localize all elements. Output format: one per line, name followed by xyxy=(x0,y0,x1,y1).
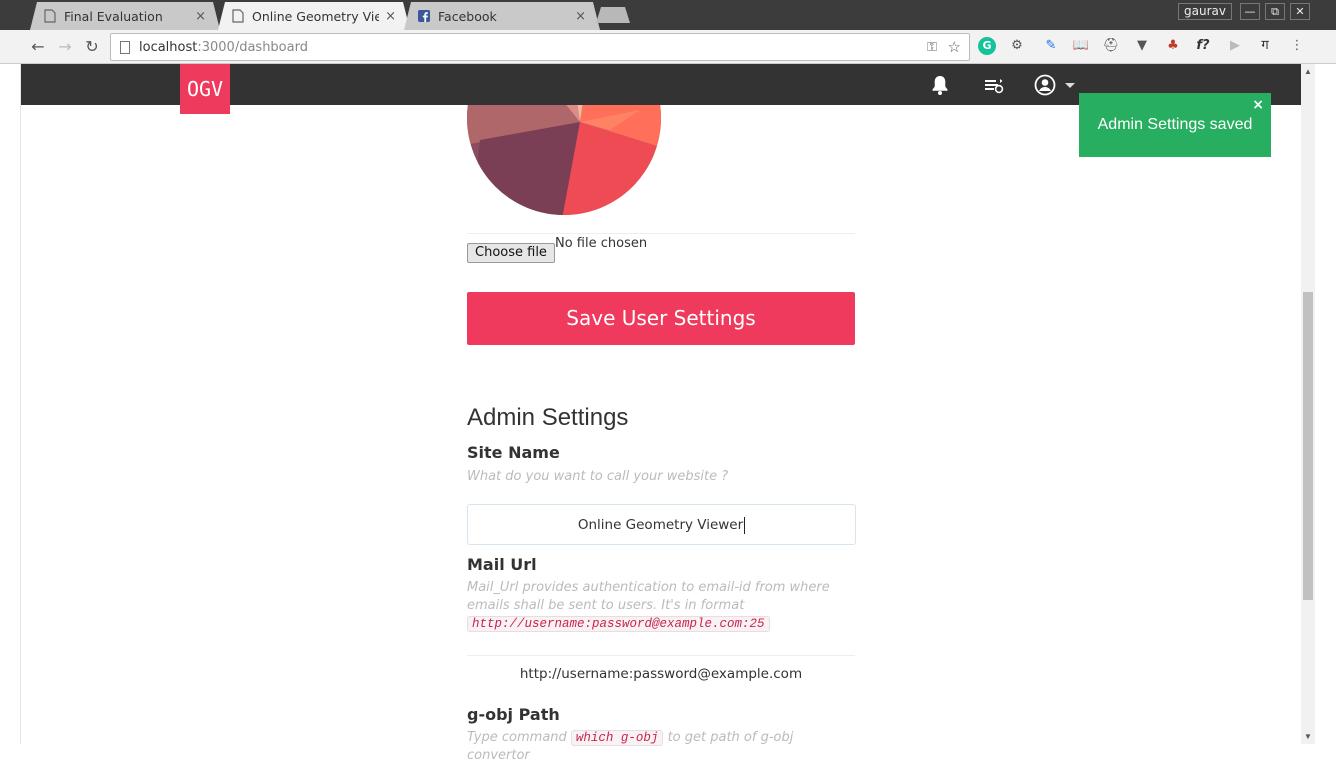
page-info-icon[interactable] xyxy=(120,41,130,54)
key-icon[interactable]: ⚿ xyxy=(927,39,937,55)
file-status-text: No file chosen xyxy=(555,236,648,251)
url-text[interactable]: localhost:3000/dashboard xyxy=(139,40,308,55)
account-icon[interactable] xyxy=(1034,74,1056,96)
right-gutter xyxy=(1315,64,1336,744)
tab-facebook[interactable]: Facebook × xyxy=(404,2,600,30)
address-bar[interactable]: localhost:3000/dashboard ⚿ ☆ xyxy=(110,33,970,61)
bell-icon[interactable] xyxy=(930,74,950,96)
tab-online-geometry-viewer[interactable]: Online Geometry Viewer × xyxy=(218,2,410,30)
tab-title: Final Evaluation xyxy=(64,8,163,24)
tab-title: Online Geometry Viewer xyxy=(252,8,380,24)
url-host: localhost xyxy=(139,40,198,55)
avatar-image xyxy=(467,105,661,215)
scrollbar-thumb[interactable] xyxy=(1303,292,1313,600)
mail-url-label: Mail Url xyxy=(467,555,537,574)
font-finder-icon[interactable]: f? xyxy=(1194,37,1212,55)
grammarly-icon[interactable]: G xyxy=(978,37,996,55)
activity-icon[interactable] xyxy=(982,75,1004,95)
play-icon[interactable]: ▶ xyxy=(1226,37,1244,55)
couch-icon[interactable]: ♣ xyxy=(1164,37,1182,55)
browser-tabstrip: Final Evaluation × Online Geometry Viewe… xyxy=(0,0,1336,30)
divider xyxy=(467,655,855,656)
page-scrollbar[interactable]: ▲ ▼ xyxy=(1301,64,1315,744)
restore-button[interactable]: ⧉ xyxy=(1265,3,1285,20)
mail-url-format-code: http://username:password@example.com:25 xyxy=(467,616,770,632)
pocket-icon[interactable]: ▼ xyxy=(1133,37,1151,55)
url-path: :3000/dashboard xyxy=(197,40,308,55)
toast-message: Admin Settings saved xyxy=(1097,116,1253,133)
mail-url-help-text: Mail_Url provides authentication to emai… xyxy=(467,580,830,613)
mail-url-input[interactable]: http://username:password@example.com xyxy=(467,666,855,682)
forward-icon[interactable]: → xyxy=(55,37,75,57)
tab-close-icon[interactable]: × xyxy=(385,9,396,24)
gobj-path-help: Type command which g-obj to get path of … xyxy=(467,729,855,765)
page-icon xyxy=(44,9,56,23)
tab-final-evaluation[interactable]: Final Evaluation × xyxy=(30,2,220,30)
tab-close-icon[interactable]: × xyxy=(575,9,586,24)
hindi-input-icon[interactable]: ग xyxy=(1256,37,1274,55)
mail-url-help: Mail_Url provides authentication to emai… xyxy=(467,579,855,633)
site-name-value: Online Geometry Viewer xyxy=(577,517,744,533)
page-body xyxy=(21,105,1301,744)
scroll-up-icon[interactable]: ▲ xyxy=(1304,67,1312,76)
success-toast: × Admin Settings saved xyxy=(1079,93,1271,157)
save-user-settings-button[interactable]: Save User Settings xyxy=(467,292,855,345)
back-icon[interactable]: ← xyxy=(28,37,48,57)
reload-icon[interactable]: ↻ xyxy=(82,37,102,57)
profile-badge[interactable]: gaurav xyxy=(1178,3,1232,20)
extension-puzzle-icon[interactable]: ⚙ xyxy=(1008,37,1026,55)
app-logo[interactable]: OGV xyxy=(180,64,230,114)
divider xyxy=(467,233,855,234)
facebook-icon xyxy=(418,9,430,23)
close-window-button[interactable]: ✕ xyxy=(1290,3,1310,20)
toast-close-icon[interactable]: × xyxy=(1252,97,1264,113)
site-name-help: What do you want to call your website ? xyxy=(467,469,729,484)
site-name-label: Site Name xyxy=(467,443,560,462)
tab-close-icon[interactable]: × xyxy=(195,9,206,24)
chevron-down-icon[interactable] xyxy=(1065,83,1075,88)
incognito-icon[interactable]: ⛑ xyxy=(1102,37,1120,55)
text-cursor xyxy=(744,516,746,534)
left-gutter xyxy=(0,64,21,744)
new-tab-button[interactable] xyxy=(596,7,630,23)
site-name-input[interactable]: Online Geometry Viewer xyxy=(467,504,856,545)
gobj-path-label: g-obj Path xyxy=(467,705,560,724)
bookmark-star-icon[interactable]: ☆ xyxy=(948,38,961,56)
tab-title: Facebook xyxy=(438,8,497,24)
color-picker-icon[interactable]: ✎ xyxy=(1042,37,1060,55)
browser-menu-icon[interactable]: ⋮ xyxy=(1288,37,1306,55)
minimize-button[interactable]: — xyxy=(1240,3,1260,20)
scroll-down-icon[interactable]: ▼ xyxy=(1304,732,1312,741)
admin-settings-heading: Admin Settings xyxy=(467,404,629,431)
choose-file-button[interactable]: Choose file xyxy=(467,243,555,263)
reader-icon[interactable]: 📖 xyxy=(1072,37,1090,55)
page-icon xyxy=(232,9,244,23)
gobj-path-help-before: Type command xyxy=(467,730,567,745)
